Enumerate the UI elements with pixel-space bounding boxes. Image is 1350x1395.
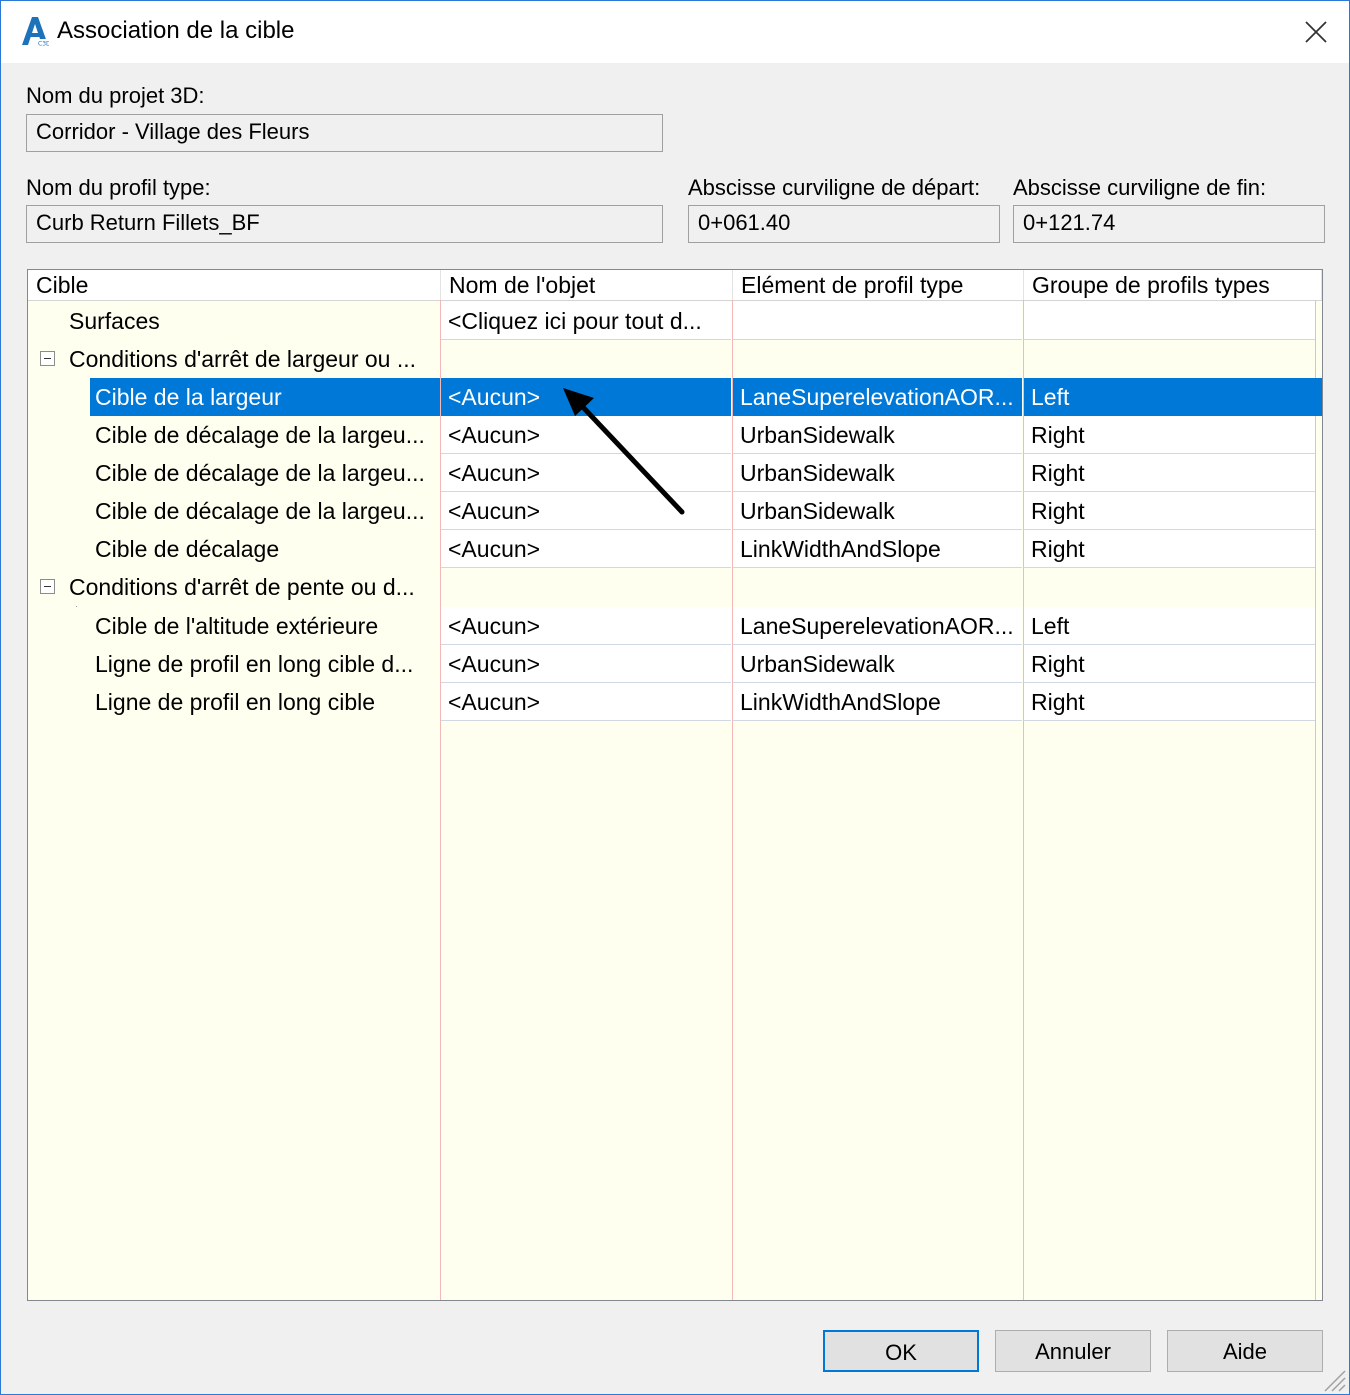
group-cell: Right — [1024, 530, 1315, 568]
object-name-cell[interactable]: <Aucun> — [441, 416, 731, 454]
close-icon[interactable] — [1295, 13, 1335, 51]
subassembly-cell: LaneSuperelevationAOR... — [733, 378, 1022, 416]
grid-header: Cible Nom de l'objet Elément de profil t… — [28, 270, 1322, 301]
subassembly-cell: LinkWidthAndSlope — [733, 683, 1022, 721]
object-name-cell[interactable]: <Cliquez ici pour tout d... — [441, 302, 731, 340]
subassembly-cell: LaneSuperelevationAOR... — [733, 607, 1022, 645]
autocad-civil-3d-logo-icon: C3D — [22, 17, 49, 48]
tree-item-label: Conditions d'arrêt de pente ou d... — [69, 574, 415, 600]
tree-item-label: Cible de la largeur — [90, 378, 440, 416]
grid-row-width-target[interactable]: Cible de la largeur <Aucun> LaneSuperele… — [28, 378, 1322, 416]
grid-row-profile-target[interactable]: Ligne de profil en long cible <Aucun> Li… — [28, 683, 1322, 721]
start-station-field: 0+061.40 — [688, 205, 1000, 243]
ok-button[interactable]: OK — [823, 1330, 979, 1372]
object-name-cell[interactable]: <Aucun> — [441, 530, 731, 568]
object-name-cell[interactable]: <Aucun> — [441, 683, 731, 721]
resize-grip-icon[interactable] — [1321, 1367, 1347, 1393]
object-name-cell[interactable]: <Aucun> — [441, 378, 731, 416]
collapse-icon[interactable] — [40, 351, 55, 366]
column-header-assembly-group[interactable]: Groupe de profils types — [1024, 270, 1322, 300]
tree-cell: Cible de décalage de la largeu... — [28, 454, 440, 492]
tree-cell: Surfaces — [28, 302, 440, 340]
project-name-label: Nom du projet 3D: — [26, 83, 205, 108]
tree-cell: Ligne de profil en long cible d... — [28, 645, 440, 683]
grid-row-width-offset-target[interactable]: Cible de décalage de la largeu... <Aucun… — [28, 416, 1322, 454]
tree-item-label: Cible de décalage — [95, 536, 280, 562]
cancel-button[interactable]: Annuler — [995, 1330, 1151, 1372]
subassembly-cell: UrbanSidewalk — [733, 492, 1022, 530]
collapse-icon[interactable] — [40, 579, 55, 594]
target-grid: Cible Nom de l'objet Elément de profil t… — [27, 269, 1323, 1301]
tree-cell: Cible de la largeur — [28, 378, 440, 416]
group-cell: Left — [1024, 378, 1322, 416]
target-mapping-dialog: C3D Association de la cible Nom du proje… — [0, 0, 1350, 1395]
tree-item-label: Cible de décalage de la largeu... — [95, 498, 425, 524]
tree-item-label: Ligne de profil en long cible d... — [95, 651, 414, 677]
group-cell: Right — [1024, 454, 1315, 492]
tree-cell: Cible de décalage de la largeu... — [28, 416, 440, 454]
tree-cell: Cible de décalage de la largeu... — [28, 492, 440, 530]
tree-cell: Ligne de profil en long cible — [28, 683, 440, 721]
subassembly-cell: LinkWidthAndSlope — [733, 530, 1022, 568]
help-button[interactable]: Aide — [1167, 1330, 1323, 1372]
group-cell: Right — [1024, 416, 1315, 454]
grid-row-profile-target[interactable]: Ligne de profil en long cible d... <Aucu… — [28, 645, 1322, 683]
column-header-target[interactable]: Cible — [28, 270, 441, 300]
subassembly-cell: UrbanSidewalk — [733, 416, 1022, 454]
object-name-cell[interactable]: <Aucun> — [441, 454, 731, 492]
grid-row-width-conditions[interactable]: Conditions d'arrêt de largeur ou ... — [28, 340, 1322, 378]
grid-row-surfaces[interactable]: Surfaces <Cliquez ici pour tout d... — [28, 302, 1322, 340]
tree-item-label: Surfaces — [69, 308, 160, 334]
object-name-cell[interactable]: <Aucun> — [441, 492, 731, 530]
column-header-subassembly[interactable]: Elément de profil type — [733, 270, 1024, 300]
tree-item-label: Cible de l'altitude extérieure — [95, 613, 379, 639]
grid-row-offset-target[interactable]: Cible de décalage <Aucun> LinkWidthAndSl… — [28, 530, 1322, 568]
grid-row-width-offset-target[interactable]: Cible de décalage de la largeu... <Aucun… — [28, 492, 1322, 530]
project-name-field: Corridor - Village des Fleurs — [26, 114, 663, 152]
object-name-cell[interactable]: <Aucun> — [441, 645, 731, 683]
subassembly-cell: UrbanSidewalk — [733, 454, 1022, 492]
tree-cell: Conditions d'arrêt de pente ou d... — [28, 568, 440, 606]
group-cell: Right — [1024, 645, 1315, 683]
tree-cell: Conditions d'arrêt de largeur ou ... — [28, 340, 440, 378]
profile-name-label: Nom du profil type: — [26, 175, 211, 200]
tree-cell: Cible de l'altitude extérieure — [28, 607, 440, 645]
tree-cell: Cible de décalage — [28, 530, 440, 568]
start-station-label: Abscisse curviligne de départ: — [688, 175, 981, 200]
grid-row-elevation-target[interactable]: Cible de l'altitude extérieure <Aucun> L… — [28, 607, 1322, 645]
tree-item-label: Ligne de profil en long cible — [95, 689, 376, 715]
end-station-field: 0+121.74 — [1013, 205, 1325, 243]
group-cell: Right — [1024, 492, 1315, 530]
tree-item-label: Cible de décalage de la largeu... — [95, 460, 425, 486]
tree-item-label: Conditions d'arrêt de largeur ou ... — [69, 346, 417, 372]
svg-text:C3D: C3D — [38, 41, 49, 48]
subassembly-cell — [733, 302, 1022, 340]
grid-row-slope-conditions[interactable]: Conditions d'arrêt de pente ou d... — [28, 568, 1322, 606]
subassembly-cell: UrbanSidewalk — [733, 645, 1022, 683]
title-bar: C3D Association de la cible — [1, 1, 1349, 63]
grid-row-width-offset-target[interactable]: Cible de décalage de la largeu... <Aucun… — [28, 454, 1322, 492]
object-name-cell[interactable]: <Aucun> — [441, 607, 731, 645]
profile-name-field: Curb Return Fillets_BF — [26, 205, 663, 243]
window-title: Association de la cible — [57, 17, 295, 44]
group-cell: Right — [1024, 683, 1315, 721]
group-cell — [1024, 302, 1315, 340]
tree-item-label: Cible de décalage de la largeu... — [95, 422, 425, 448]
end-station-label: Abscisse curviligne de fin: — [1013, 175, 1267, 200]
column-header-object-name[interactable]: Nom de l'objet — [441, 270, 733, 300]
group-cell: Left — [1024, 607, 1315, 645]
